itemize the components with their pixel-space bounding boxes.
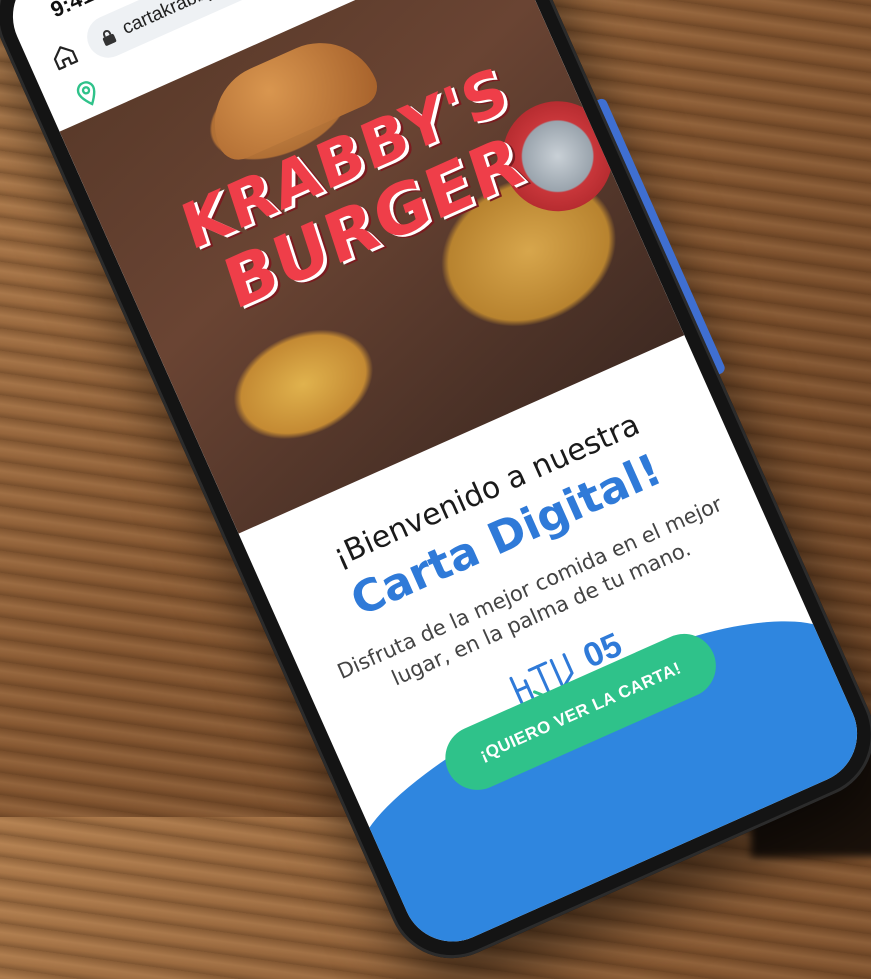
home-icon[interactable] (47, 39, 81, 73)
phone-screen: 9:41 cartakrabbys.pe KRABBY'S BURGER ¡Bi… (0, 0, 871, 958)
phone-device: 9:41 cartakrabbys.pe KRABBY'S BURGER ¡Bi… (0, 0, 871, 979)
location-pin-icon[interactable] (72, 78, 103, 111)
lock-icon (102, 30, 117, 46)
